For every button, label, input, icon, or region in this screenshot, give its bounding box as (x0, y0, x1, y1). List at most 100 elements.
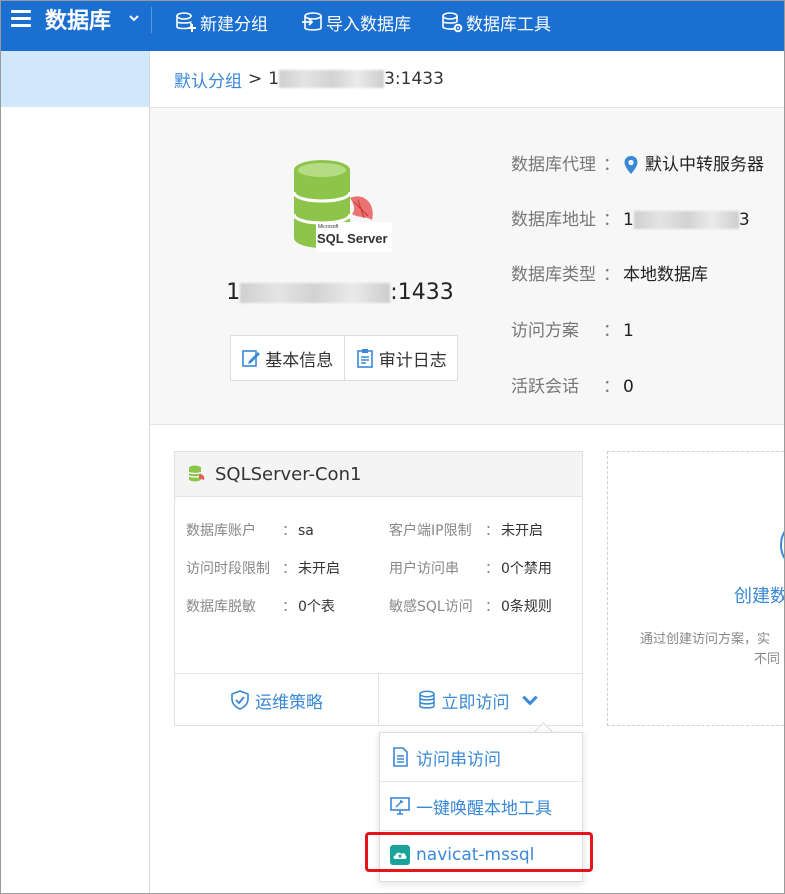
audit-log-label: 审计日志 (378, 350, 447, 371)
create-description: 通过创建访问方案，实 (640, 632, 771, 647)
top-header: 数据库 新建分组 导入数据库 数据库工具 (1, 1, 784, 51)
prop-value-prefix: 1 (623, 210, 634, 230)
field-key: 客户端IP限制 (389, 523, 472, 539)
prop-label: 数据库类型 (511, 265, 596, 285)
database-icon (418, 690, 435, 709)
redacted-mask (240, 283, 391, 303)
connection-name[interactable]: SQLServer-Con1 (215, 464, 361, 485)
field-sensitive-sql: 敏感SQL访问 ： 0条规则 (389, 597, 552, 617)
menu-item-label: 访问串访问 (416, 749, 501, 770)
field-key: 敏感SQL访问 (389, 599, 473, 615)
database-host-prefix: 1 (226, 280, 241, 305)
database-connection-icon (188, 465, 205, 482)
field-user-access-string: 用户访问串 ： 0个禁用 (389, 559, 552, 579)
app-title[interactable]: 数据库 (45, 7, 111, 37)
prop-label: 活跃会话 (511, 377, 579, 397)
access-now-label: 立即访问 (441, 692, 510, 713)
access-now-button[interactable]: 立即访问 (378, 674, 582, 726)
nav-item-active[interactable] (1, 51, 149, 107)
ops-policy-button[interactable]: 运维策略 (175, 674, 378, 726)
prop-value: 0 (623, 377, 634, 397)
create-description: 不同 (754, 652, 781, 667)
connection-card-header: SQLServer-Con1 (175, 452, 582, 497)
breadcrumb-group-link[interactable]: 默认分组 (174, 67, 242, 92)
logo-vendor-text: Microsoft (318, 224, 339, 230)
field-value: 未开启 (298, 561, 340, 577)
basic-info-label: 基本信息 (265, 350, 334, 371)
basic-info-button[interactable]: 基本信息 (231, 336, 344, 380)
database-tools-label: 数据库工具 (466, 14, 551, 35)
prop-label: 数据库地址 (511, 210, 596, 230)
menu-icon[interactable] (11, 10, 31, 28)
ops-policy-label: 运维策略 (255, 692, 323, 713)
field-db-masking: 数据库脱敏 ： 0个表 (186, 597, 335, 617)
chevron-down-icon (521, 695, 538, 706)
field-colon: ： (282, 561, 296, 577)
prop-value-text: 默认中转服务器 (645, 155, 764, 175)
document-icon (393, 747, 408, 767)
prop-colon: ： (603, 155, 620, 175)
sql-server-logo-icon: Microsoft SQL Server (292, 160, 392, 252)
database-add-icon (176, 12, 196, 32)
info-tab-group: 基本信息 审计日志 (230, 335, 458, 381)
field-colon: ： (485, 599, 499, 615)
field-colon: ： (282, 599, 296, 615)
menu-item-label: navicat-mssql (416, 845, 535, 865)
prop-colon: ： (603, 321, 620, 341)
prop-value: 本地数据库 (623, 265, 708, 285)
field-client-ip-limit: 客户端IP限制 ： 未开启 (389, 521, 543, 541)
import-database-label: 导入数据库 (326, 14, 411, 35)
field-key: 用户访问串 (389, 561, 459, 577)
connection-card-footer: 运维策略 立即访问 (175, 673, 582, 726)
field-colon: ： (485, 561, 499, 577)
breadcrumb-current-suffix: 3:1433 (384, 69, 444, 89)
prop-access-plan: 访问方案 ： 1 (511, 319, 634, 343)
prop-colon: ： (603, 265, 620, 285)
menu-item-access-string[interactable]: 访问串访问 (380, 733, 582, 781)
field-value: 未开启 (501, 523, 543, 539)
redacted-mask (279, 70, 385, 88)
field-colon: ： (485, 523, 499, 539)
database-info-section: Microsoft SQL Server 1:1433 基本信息 审计日志 数… (150, 108, 784, 425)
new-group-button[interactable]: 新建分组 (175, 7, 268, 37)
create-access-plan-card[interactable]: 创建数 通过创建访问方案，实 不同 (607, 451, 785, 726)
prop-value-suffix: 3 (738, 210, 750, 230)
audit-log-button[interactable]: 审计日志 (343, 336, 458, 380)
field-key: 访问时段限制 (186, 561, 270, 577)
prop-value: 1 (623, 321, 634, 341)
field-time-limit: 访问时段限制 ： 未开启 (186, 559, 340, 579)
breadcrumb-current-prefix: 1 (268, 69, 280, 89)
menu-item-wake-local-tool[interactable]: 一键唤醒本地工具 (380, 782, 582, 830)
redacted-mask (633, 211, 739, 229)
chevron-down-icon[interactable] (128, 12, 140, 24)
database-import-icon (302, 12, 322, 31)
connection-card: SQLServer-Con1 数据库账户 ： sa 客户端IP限制 ： 未开启 … (174, 451, 583, 726)
prop-label: 访问方案 (511, 321, 579, 341)
prop-colon: ： (603, 210, 620, 230)
logo-product-text: SQL Server (317, 231, 388, 246)
field-key: 数据库脱敏 (186, 599, 256, 615)
prop-value: 默认中转服务器 (623, 153, 764, 177)
prop-label: 数据库代理 (511, 155, 596, 175)
app-window: 数据库 新建分组 导入数据库 数据库工具 默认分组 > 1 3:1433 Mic… (0, 0, 785, 894)
import-database-button[interactable]: 导入数据库 (301, 7, 411, 37)
field-db-account: 数据库账户 ： sa (186, 521, 314, 541)
access-dropdown-menu: 访问串访问 一键唤醒本地工具 navicat-mssql (379, 732, 583, 882)
breadcrumb: 默认分组 > 1 3:1433 (150, 51, 784, 108)
database-tools-button[interactable]: 数据库工具 (441, 7, 551, 37)
field-value: 0个表 (298, 599, 335, 615)
add-circle-icon (780, 518, 784, 572)
field-value: 0条规则 (501, 599, 552, 615)
database-host: 1:1433 (220, 280, 460, 305)
prop-db-address: 数据库地址 ： 1 3 (511, 208, 750, 232)
field-colon: ： (282, 523, 296, 539)
prop-db-proxy: 数据库代理 ： 默认中转服务器 (511, 153, 764, 177)
create-access-plan-title: 创建数 (734, 586, 785, 607)
database-gear-icon (442, 12, 463, 33)
clipboard-list-icon (356, 349, 373, 368)
breadcrumb-current: 1 3:1433 (268, 69, 444, 89)
menu-item-label: 一键唤醒本地工具 (416, 798, 552, 819)
prop-value: 1 3 (623, 208, 750, 232)
location-pin-icon (624, 156, 638, 174)
menu-item-navicat-mssql[interactable]: navicat-mssql (380, 831, 582, 879)
